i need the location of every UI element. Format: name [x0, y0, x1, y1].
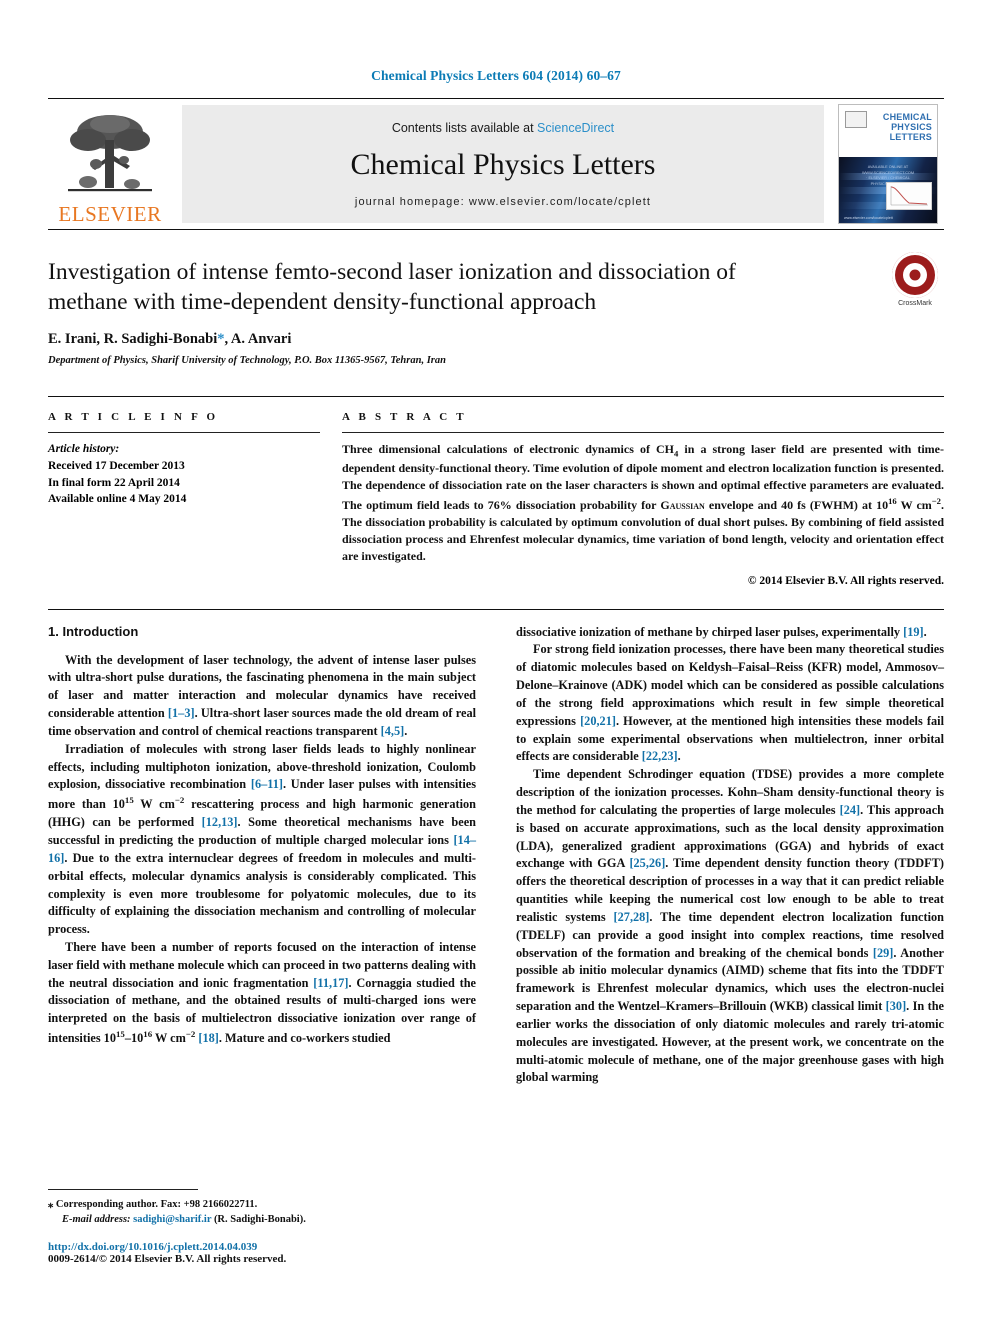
small-caps-text: Gaussian [660, 497, 705, 512]
citation-link[interactable]: [6–11] [251, 777, 283, 791]
citation-link[interactable]: [4,5] [381, 724, 405, 738]
abstract-copyright: © 2014 Elsevier B.V. All rights reserved… [747, 574, 944, 587]
paragraph: With the development of laser technology… [48, 652, 477, 738]
article-history-item: In final form 22 April 2014 [48, 476, 180, 489]
superscript: −2 [185, 1029, 196, 1040]
elsevier-tree-icon [68, 115, 152, 192]
abstract-heading: A B S T R A C T [342, 411, 467, 424]
article-history-item: Available online 4 May 2014 [48, 493, 187, 506]
paragraph: There have been a number of reports focu… [48, 939, 477, 1046]
article-info-heading: A R T I C L E I N F O [48, 411, 219, 424]
paragraph: dissociative ionization of methane by ch… [516, 624, 927, 639]
email-owner: (R. Sadighi-Bonabi). [213, 1214, 306, 1226]
cover-journal-name: CHEMICAL PHYSICS LETTERS [882, 112, 932, 143]
contents-available-line: Contents lists available at ScienceDirec… [392, 121, 614, 135]
citation-link[interactable]: [1–3] [168, 706, 195, 720]
citation-link[interactable]: [18] [198, 1031, 219, 1045]
doi-link[interactable]: http://dx.doi.org/10.1016/j.cplett.2014.… [48, 1241, 468, 1253]
superscript: 16 [143, 1029, 153, 1040]
journal-masthead: ELSEVIER Contents lists available at Sci… [48, 98, 944, 229]
authors-part-2: , A. Anvari [224, 331, 292, 348]
journal-cover-thumbnail: CHEMICAL PHYSICS LETTERS AVAILABLE ONLIN… [832, 104, 944, 224]
paragraph: Irradiation of molecules with strong las… [48, 741, 477, 937]
footnote-rule [48, 1188, 198, 1190]
doi-block: http://dx.doi.org/10.1016/j.cplett.2014.… [48, 1241, 468, 1265]
citation-link[interactable]: [27,28] [614, 910, 650, 924]
superscript: 15 [124, 795, 134, 806]
body-top-rule [48, 608, 944, 610]
abstract-text: Three dimensional calculations of electr… [342, 442, 944, 564]
article-body: 1. Introduction With the development of … [48, 624, 944, 1088]
info-abstract-region: A R T I C L E I N F O Article history: R… [48, 396, 944, 587]
email-note: E-mail address: sadighi@sharif.ir (R. Sa… [48, 1212, 468, 1228]
page-title: Investigation of intense femto-second la… [48, 259, 736, 315]
citation-link[interactable]: [30] [886, 999, 907, 1013]
elsevier-logo: ELSEVIER [48, 99, 172, 229]
citation-link[interactable]: [24] [840, 803, 861, 817]
article-info-rule [48, 432, 320, 434]
journal-homepage[interactable]: journal homepage: www.elsevier.com/locat… [355, 196, 651, 208]
corresponding-author-text: Corresponding author. Fax: +98 216602271… [55, 1198, 258, 1210]
paragraph: Time dependent Schrodinger equation (TDS… [516, 767, 944, 1085]
corresponding-author-note: ⁎ Corresponding author. Fax: +98 2166022… [48, 1197, 468, 1213]
paragraph: For strong field ionization processes, t… [516, 642, 944, 764]
title-block: Investigation of intense femto-second la… [48, 230, 944, 366]
body-column-left: 1. Introduction With the development of … [48, 624, 476, 1088]
masthead-center-panel: Contents lists available at ScienceDirec… [182, 105, 824, 223]
footnote-star-icon: ⁎ [48, 1198, 54, 1210]
affiliation: Department of Physics, Sharif University… [48, 355, 446, 367]
article-info-column: A R T I C L E I N F O Article history: R… [48, 411, 342, 586]
body-column-right: dissociative ionization of methane by ch… [516, 624, 944, 1088]
section-heading-introduction: 1. Introduction [48, 623, 139, 639]
footnote-region: ⁎ Corresponding author. Fax: +98 2166022… [48, 1188, 468, 1265]
issn-copyright-line: 0009-2614/© 2014 Elsevier B.V. All right… [48, 1253, 287, 1265]
article-history-label: Article history: [48, 443, 120, 456]
superscript: 15 [115, 1029, 125, 1040]
superscript: −2 [931, 495, 941, 506]
citation-link[interactable]: [25,26] [629, 856, 665, 870]
sciencedirect-link[interactable]: ScienceDirect [537, 121, 614, 135]
citation-link[interactable]: [20,21] [580, 714, 616, 728]
article-history-item: Received 17 December 2013 [48, 459, 185, 472]
subscript: 4 [674, 448, 679, 459]
abstract-rule [342, 432, 944, 434]
citation-link[interactable]: [11,17] [313, 976, 348, 990]
citation-link[interactable]: [14–16] [48, 833, 476, 865]
email-label: E-mail address: [62, 1214, 131, 1226]
citation-link[interactable]: [29] [873, 946, 894, 960]
cover-mini-chart-icon [886, 181, 932, 210]
crossmark-icon [892, 252, 938, 298]
citation-link[interactable]: [12,13] [202, 815, 238, 829]
authors-part-1: E. Irani, R. Sadighi-Bonabi [48, 331, 218, 348]
abstract-column: A B S T R A C T Three dimensional calcul… [342, 411, 944, 587]
citation-link[interactable]: [19] [903, 625, 924, 639]
author-list: E. Irani, R. Sadighi-Bonabi*, A. Anvari [48, 331, 944, 348]
superscript: −2 [174, 795, 185, 806]
email-link[interactable]: sadighi@sharif.ir [133, 1214, 211, 1225]
article-page: Chemical Physics Letters 604 (2014) 60–6… [0, 0, 992, 1323]
contents-prefix: Contents lists available at [391, 120, 538, 135]
crossmark-label: CrossMark [898, 300, 932, 307]
elsevier-wordmark: ELSEVIER [58, 202, 162, 226]
crossmark-badge[interactable]: CrossMark [886, 252, 944, 310]
cover-footer-note: www.elsevier.com/locate/cplett [844, 215, 893, 220]
running-head: Chemical Physics Letters 604 (2014) 60–6… [371, 68, 621, 83]
journal-title: Chemical Physics Letters [350, 147, 656, 181]
superscript: 16 [888, 495, 897, 506]
citation-link[interactable]: [22,23] [642, 749, 678, 763]
cover-publisher-mark-icon [845, 111, 867, 128]
